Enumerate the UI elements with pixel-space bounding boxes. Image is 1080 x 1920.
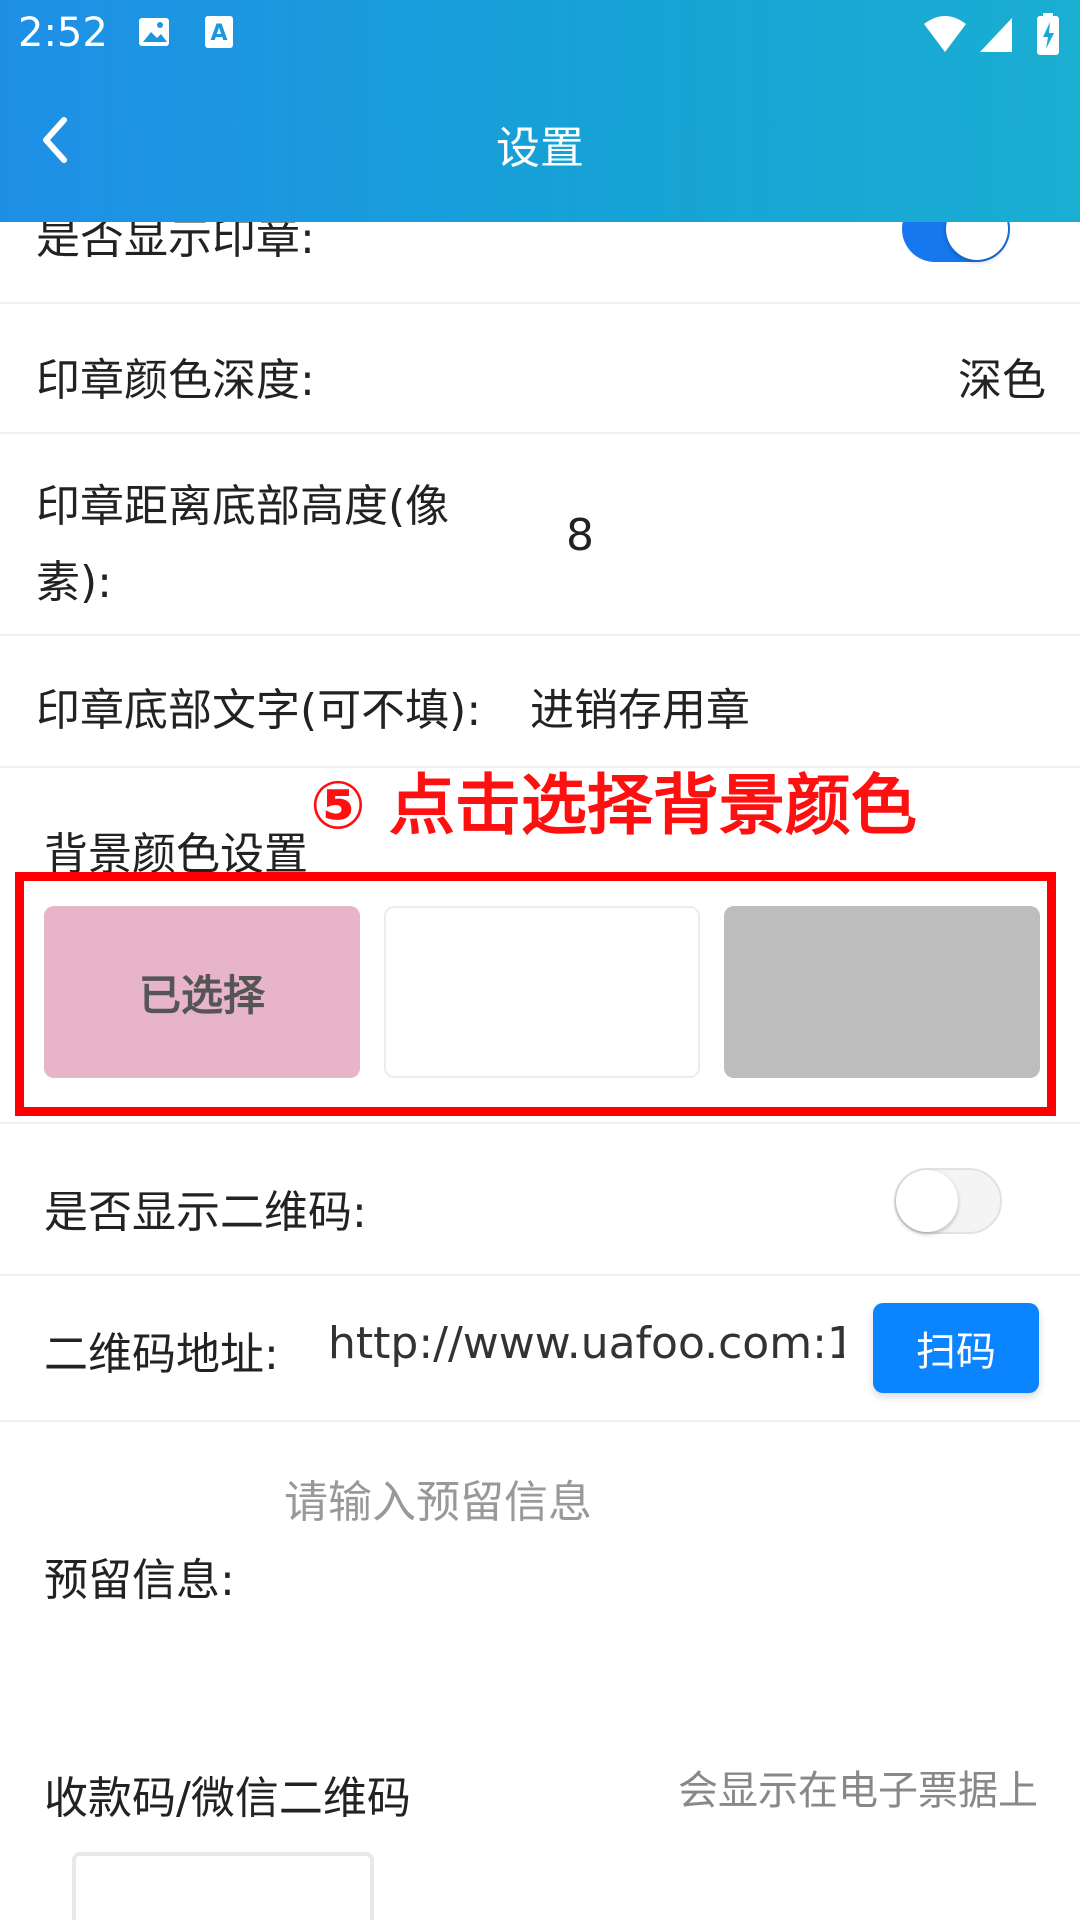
seal-bottom-text-row: 印章底部文字(可不填): 进销存用章 <box>0 636 1080 768</box>
image-icon <box>139 18 169 46</box>
seal-bottom-height-input[interactable]: 8 <box>566 510 594 561</box>
status-time: 2:52 <box>18 10 108 56</box>
signal-icon <box>980 18 1012 52</box>
seal-bottom-text-input[interactable]: 进销存用章 <box>530 674 750 738</box>
nav-bar: 设置 <box>0 92 1080 202</box>
seal-bottom-text-label: 印章底部文字(可不填): <box>36 685 482 736</box>
qr-url-input[interactable]: http://www.uafoo.com:10 <box>328 1318 844 1378</box>
seal-color-depth-value[interactable]: 深色 <box>958 344 1046 408</box>
seal-bottom-height-label-line2: 素): <box>36 557 112 608</box>
svg-text:A: A <box>210 21 227 46</box>
pay-qr-hint: 会显示在电子票据上 <box>678 1768 1038 1814</box>
status-bar: 2:52 A <box>0 0 1080 74</box>
show-qr-label: 是否显示二维码: <box>44 1187 367 1238</box>
pay-qr-label: 收款码/微信二维码 <box>44 1773 411 1824</box>
text-a-icon: A <box>205 16 233 48</box>
show-qr-toggle[interactable] <box>894 1168 1002 1234</box>
wifi-icon <box>924 16 966 52</box>
seal-color-depth-row[interactable]: 印章颜色深度: 深色 <box>0 304 1080 434</box>
settings-screen: 2:52 A 设置 是否显示印章: 印章颜色深度: 深色 印章距离底部高度(像 … <box>0 0 1080 1920</box>
page-title: 设置 <box>496 123 584 174</box>
scan-button[interactable]: 扫码 <box>873 1303 1039 1393</box>
annotation-text: ⑤ 点击选择背景颜色 <box>310 767 917 844</box>
annotation-highlight-frame <box>15 872 1056 1116</box>
show-qr-row: 是否显示二维码: <box>0 1122 1080 1276</box>
app-header: 2:52 A 设置 <box>0 0 1080 222</box>
reserved-info-label: 预留信息: <box>44 1555 235 1606</box>
reserved-info-input[interactable]: 请输入预留信息 <box>284 1466 592 1530</box>
qr-url-label: 二维码地址: <box>44 1329 279 1380</box>
toggle-knob <box>896 1170 958 1232</box>
seal-color-depth-label: 印章颜色深度: <box>36 355 315 406</box>
seal-bottom-height-label-line1: 印章距离底部高度(像 <box>36 481 450 532</box>
battery-icon <box>1037 13 1059 55</box>
pay-qr-upload-box[interactable] <box>72 1852 374 1920</box>
seal-bottom-height-row: 印章距离底部高度(像 素): 8 <box>0 434 1080 636</box>
